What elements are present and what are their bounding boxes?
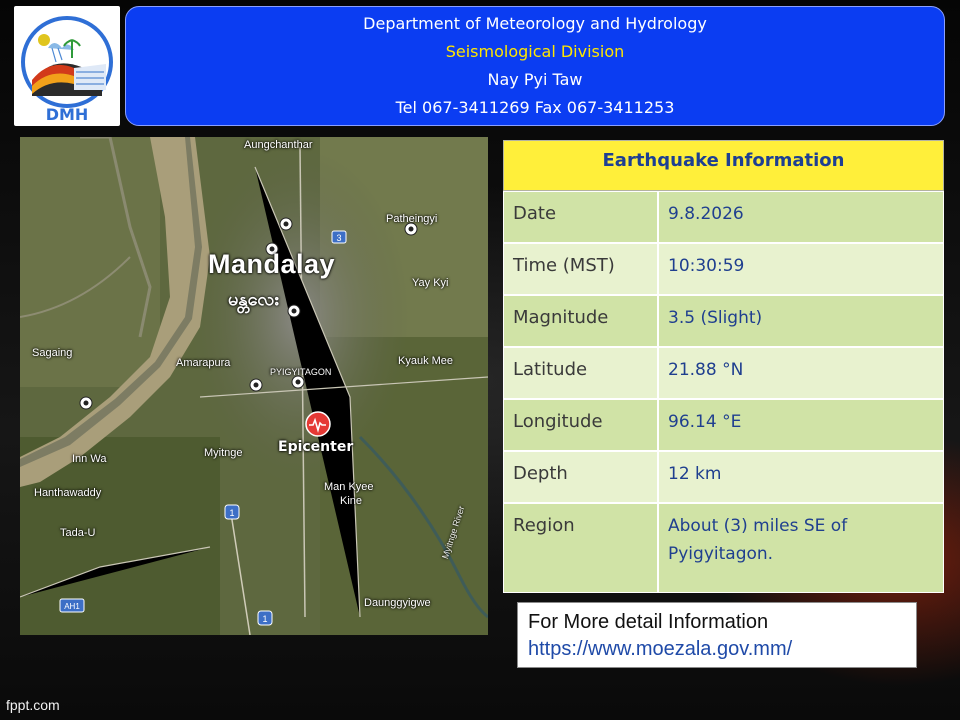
footer-brand: fppt.com	[6, 697, 60, 713]
info-label-latitude: Latitude	[503, 347, 658, 399]
detail-info-box: For More detail Information https://www.…	[517, 602, 917, 668]
map-label-aungchanthar: Aungchanthar	[244, 139, 313, 151]
info-value-magnitude: 3.5 (Slight)	[658, 295, 944, 347]
ah1-road-label: AH1	[64, 602, 80, 611]
info-row-date: Date 9.8.2026	[503, 191, 944, 243]
info-label-region: Region	[503, 503, 658, 593]
info-label-depth: Depth	[503, 451, 658, 503]
info-value-longitude: 96.14 °E	[658, 399, 944, 451]
dmh-logo: DMH	[14, 6, 120, 126]
division-name: Seismological Division	[445, 42, 625, 61]
info-value-date: 9.8.2026	[658, 191, 944, 243]
header-banner: Department of Meteorology and Hydrology …	[125, 6, 945, 126]
contact-numbers: Tel 067-3411269 Fax 067-3411253	[395, 98, 675, 117]
epicenter-pulse-icon[interactable]	[305, 411, 331, 437]
map-label-kine: Kine	[340, 495, 363, 507]
map-label-mandalay-burmese: မန္တလေး	[228, 289, 279, 309]
map-label-innwa: Inn Wa	[72, 453, 107, 465]
logo-text: DMH	[46, 105, 89, 124]
info-label-magnitude: Magnitude	[503, 295, 658, 347]
department-name: Department of Meteorology and Hydrology	[363, 14, 707, 33]
road-1b-label: 1	[262, 614, 267, 624]
map-label-patheingyi: Patheingyi	[386, 213, 438, 225]
info-row-magnitude: Magnitude 3.5 (Slight)	[503, 295, 944, 347]
info-row-region: Region About (3) miles SE of Pyigyitagon…	[503, 503, 944, 593]
road-3-label: 3	[336, 233, 341, 243]
map-label-daunggyigwe: Daunggyigwe	[364, 597, 431, 609]
info-row-depth: Depth 12 km	[503, 451, 944, 503]
map-label-myitnge: Myitnge	[204, 447, 243, 459]
map-label-hanthawaddy: Hanthawaddy	[34, 487, 102, 499]
info-row-latitude: Latitude 21.88 °N	[503, 347, 944, 399]
city-name: Nay Pyi Taw	[487, 70, 583, 89]
map-label-kyaukmee: Kyauk Mee	[398, 355, 454, 367]
info-label-time: Time (MST)	[503, 243, 658, 295]
info-value-region: About (3) miles SE of Pyigyitagon.	[658, 503, 944, 593]
map-label-epicenter: Epicenter	[278, 439, 354, 455]
map-label-sagaing: Sagaing	[32, 347, 73, 359]
map-label-tadau: Tada-U	[60, 527, 96, 539]
info-value-depth: 12 km	[658, 451, 944, 503]
info-row-time: Time (MST) 10:30:59	[503, 243, 944, 295]
map-label-yaykyi: Yay Kyi	[412, 277, 449, 289]
info-value-time: 10:30:59	[658, 243, 944, 295]
map-label-pyigyitagon: PYIGYITAGON	[270, 367, 332, 377]
map-label-mankyee: Man Kyee	[324, 481, 374, 493]
info-label-date: Date	[503, 191, 658, 243]
epicenter-map: 3 1 1 AH1 Aungchanthar Patheingyi Mandal…	[20, 137, 488, 635]
info-table-title: Earthquake Information	[503, 140, 944, 191]
map-label-amarapura: Amarapura	[176, 357, 231, 369]
road-1-label: 1	[229, 508, 234, 518]
detail-info-link[interactable]: https://www.moezala.gov.mm/	[528, 636, 906, 663]
map-label-mandalay: Mandalay	[208, 249, 336, 279]
info-value-latitude: 21.88 °N	[658, 347, 944, 399]
info-label-longitude: Longitude	[503, 399, 658, 451]
info-row-longitude: Longitude 96.14 °E	[503, 399, 944, 451]
detail-info-text: For More detail Information	[528, 611, 769, 633]
